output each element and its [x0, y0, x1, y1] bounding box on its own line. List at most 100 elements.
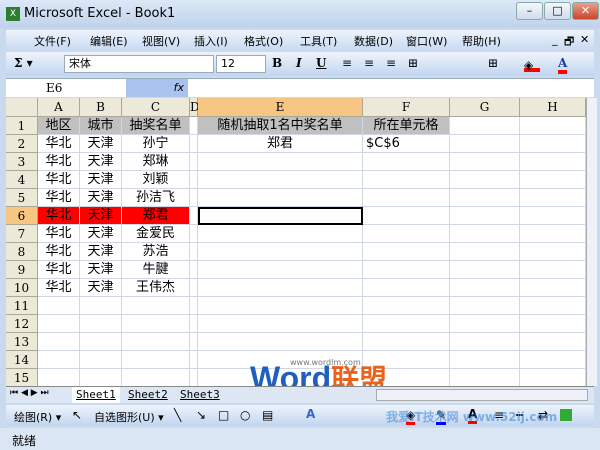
cell-g5[interactable] [450, 189, 520, 207]
cell-c8[interactable]: 苏浩 [122, 243, 190, 261]
cell-c11[interactable] [122, 297, 190, 315]
cell-h15[interactable] [520, 369, 586, 386]
cell-f11[interactable] [363, 297, 450, 315]
cell-e13[interactable] [198, 333, 363, 351]
cell-b11[interactable] [80, 297, 122, 315]
cell-h5[interactable] [520, 189, 586, 207]
font-select[interactable]: 宋体 [64, 55, 214, 73]
row-header-7[interactable]: 7 [6, 225, 38, 243]
menu-data[interactable]: 数据(D) [354, 33, 393, 49]
cell-d5[interactable] [190, 189, 198, 207]
row-header-11[interactable]: 11 [6, 297, 38, 315]
menu-file[interactable]: 文件(F) [34, 33, 71, 49]
cell-c3[interactable]: 郑琳 [122, 153, 190, 171]
row-header-15[interactable]: 15 [6, 369, 38, 386]
cell-g9[interactable] [450, 261, 520, 279]
arrow-icon[interactable]: ↘ [196, 408, 206, 422]
cell-a5[interactable]: 华北 [38, 189, 80, 207]
menu-edit[interactable]: 编辑(E) [90, 33, 128, 49]
cell-b12[interactable] [80, 315, 122, 333]
cell-g13[interactable] [450, 333, 520, 351]
cell-b6[interactable]: 天津 [80, 207, 122, 225]
row-header-10[interactable]: 10 [6, 279, 38, 297]
row-header-4[interactable]: 4 [6, 171, 38, 189]
cell-c2[interactable]: 孙宁 [122, 135, 190, 153]
cell-g6[interactable] [450, 207, 520, 225]
cell-f5[interactable] [363, 189, 450, 207]
cell-d9[interactable] [190, 261, 198, 279]
cell-c13[interactable] [122, 333, 190, 351]
cell-b15[interactable] [80, 369, 122, 386]
align-left-icon[interactable]: ≡ [342, 56, 352, 70]
wordart-icon[interactable]: A [306, 407, 315, 421]
fx-icon[interactable]: fx [126, 79, 188, 97]
cell-b8[interactable]: 天津 [80, 243, 122, 261]
select-pointer-icon[interactable]: ↖ [72, 408, 82, 422]
doc-close-button[interactable]: ✕ [580, 33, 589, 46]
menu-window[interactable]: 窗口(W) [406, 33, 447, 49]
align-center-icon[interactable]: ≡ [364, 56, 374, 70]
cell-a10[interactable]: 华北 [38, 279, 80, 297]
cell-e4[interactable] [198, 171, 363, 189]
row-header-8[interactable]: 8 [6, 243, 38, 261]
cell-a7[interactable]: 华北 [38, 225, 80, 243]
cell-d10[interactable] [190, 279, 198, 297]
cell-b10[interactable]: 天津 [80, 279, 122, 297]
cell-d3[interactable] [190, 153, 198, 171]
cell-c7[interactable]: 金爱民 [122, 225, 190, 243]
cell-e7[interactable] [198, 225, 363, 243]
cell-a13[interactable] [38, 333, 80, 351]
sheet-nav-arrows-icon[interactable]: ⏮ ◀ ▶ ⏭ [10, 388, 49, 398]
cell-a15[interactable] [38, 369, 80, 386]
cell-e9[interactable] [198, 261, 363, 279]
cell-h2[interactable] [520, 135, 586, 153]
cell-f3[interactable] [363, 153, 450, 171]
maximize-button[interactable]: □ [544, 2, 571, 20]
cell-h8[interactable] [520, 243, 586, 261]
cell-a4[interactable]: 华北 [38, 171, 80, 189]
cell-h6[interactable] [520, 207, 586, 225]
column-header-g[interactable]: G [450, 98, 520, 117]
cell-a1[interactable]: 地区 [38, 117, 80, 135]
column-header-b[interactable]: B [80, 98, 122, 117]
cell-d4[interactable] [190, 171, 198, 189]
cell-g7[interactable] [450, 225, 520, 243]
menu-help[interactable]: 帮助(H) [462, 33, 501, 49]
spreadsheet-grid[interactable]: A B C D E F G H 1 地区 城市 抽奖名单 随机抽取1名中奖名单 所在单元格… [6, 98, 586, 386]
row-header-3[interactable]: 3 [6, 153, 38, 171]
cell-d8[interactable] [190, 243, 198, 261]
column-header-e[interactable]: E [198, 98, 363, 117]
font-size-select[interactable]: 12 [216, 55, 266, 73]
cell-f9[interactable] [363, 261, 450, 279]
cell-a3[interactable]: 华北 [38, 153, 80, 171]
cell-h9[interactable] [520, 261, 586, 279]
bold-button[interactable]: B [272, 56, 282, 70]
cell-h3[interactable] [520, 153, 586, 171]
column-header-d[interactable]: D [190, 98, 200, 117]
italic-button[interactable]: I [296, 56, 302, 70]
oval-icon[interactable]: ○ [240, 408, 250, 422]
cell-b2[interactable]: 天津 [80, 135, 122, 153]
vertical-scrollbar[interactable] [586, 98, 597, 386]
menu-tools[interactable]: 工具(T) [300, 33, 337, 49]
fill-color-icon[interactable]: ◈ [524, 58, 540, 72]
textbox-icon[interactable]: ▤ [262, 408, 273, 422]
cell-f12[interactable] [363, 315, 450, 333]
underline-button[interactable]: U [316, 56, 326, 70]
cell-d13[interactable] [190, 333, 198, 351]
cell-b4[interactable]: 天津 [80, 171, 122, 189]
row-header-12[interactable]: 12 [6, 315, 38, 333]
close-button[interactable]: ✕ [572, 2, 599, 20]
cell-h4[interactable] [520, 171, 586, 189]
tab-sheet1[interactable]: Sheet1 [72, 387, 120, 403]
cell-g4[interactable] [450, 171, 520, 189]
cell-c14[interactable] [122, 351, 190, 369]
cell-h1[interactable] [520, 117, 586, 135]
cell-g12[interactable] [450, 315, 520, 333]
cell-h10[interactable] [520, 279, 586, 297]
cell-f6[interactable] [363, 207, 450, 225]
cell-h13[interactable] [520, 333, 586, 351]
cell-c6[interactable]: 郑君 [122, 207, 190, 225]
tab-sheet3[interactable]: Sheet3 [176, 387, 224, 403]
row-header-9[interactable]: 9 [6, 261, 38, 279]
